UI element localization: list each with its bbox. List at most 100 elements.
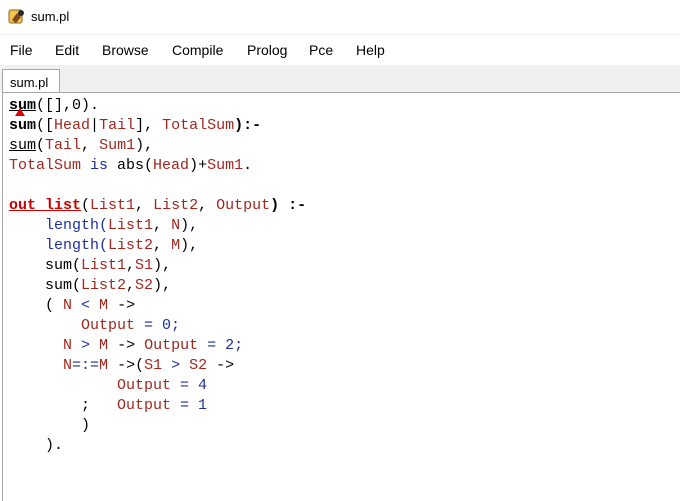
- code-line-11: ( N < M ->: [9, 296, 135, 316]
- token: Tail: [45, 137, 82, 154]
- menu-compile[interactable]: Compile: [172, 42, 223, 58]
- code-line-8: length(List2, M),: [9, 236, 198, 256]
- token: .: [243, 157, 253, 174]
- token: ): [9, 417, 91, 434]
- token: Tail: [99, 117, 136, 134]
- tab-sum-pl[interactable]: sum.pl: [2, 69, 60, 93]
- token: ->(: [108, 357, 145, 374]
- token: is: [81, 157, 118, 174]
- token: ([: [36, 117, 55, 134]
- code-line-14: N=:=M ->(S1 > S2 ->: [9, 356, 234, 376]
- token: = 0;: [135, 317, 181, 334]
- token: = 4: [171, 377, 208, 394]
- token: ->: [108, 297, 136, 314]
- token: S2: [189, 357, 208, 374]
- menu-edit[interactable]: Edit: [55, 42, 79, 58]
- token: Output: [81, 317, 136, 334]
- token: Output: [216, 197, 271, 214]
- token: List2: [108, 237, 154, 254]
- token: M: [171, 237, 181, 254]
- token: TotalSum: [9, 157, 82, 174]
- code-line-17: ): [9, 416, 90, 436]
- token: abs(: [117, 157, 154, 174]
- token: ->: [108, 337, 145, 354]
- menu-pce[interactable]: Pce: [309, 42, 333, 58]
- code-line-13: N > M -> Output = 2;: [9, 336, 243, 356]
- token: ),: [153, 257, 172, 274]
- token: )+: [189, 157, 208, 174]
- code-line-15: Output = 4: [9, 376, 207, 396]
- token: ,: [153, 237, 172, 254]
- code-line-10: sum(List2,S2),: [9, 276, 171, 296]
- token: N: [63, 297, 73, 314]
- code-editor[interactable]: sum([],0). sum([Head|Tail], TotalSum):- …: [2, 92, 680, 501]
- menu-bar: File Edit Browse Compile Prolog Pce Help: [0, 35, 680, 65]
- token: S1: [135, 257, 154, 274]
- token: ).: [9, 437, 64, 454]
- token: ),: [180, 237, 199, 254]
- code-line-2: sum([Head|Tail], TotalSum):-: [9, 116, 261, 136]
- token: sum(: [9, 257, 82, 274]
- token: List1: [81, 257, 127, 274]
- token: TotalSum: [162, 117, 235, 134]
- window-title: sum.pl: [31, 9, 70, 24]
- token: ;: [9, 397, 118, 414]
- menu-file[interactable]: File: [10, 42, 33, 58]
- code-line-12: Output = 0;: [9, 316, 180, 336]
- token: S1: [144, 357, 163, 374]
- tab-strip: sum.pl: [0, 65, 680, 93]
- token: ,: [198, 197, 217, 214]
- token: ) :-: [270, 197, 307, 214]
- token: >: [162, 357, 190, 374]
- token: Sum1: [207, 157, 244, 174]
- token: sum(: [9, 277, 82, 294]
- token: |: [90, 117, 100, 134]
- tab-label: sum.pl: [10, 75, 49, 90]
- code-line-9: sum(List1,S1),: [9, 256, 171, 276]
- code-line-6: out_list(List1, List2, Output) :-: [9, 196, 306, 216]
- token: length(: [9, 217, 109, 234]
- token: Sum1: [99, 137, 136, 154]
- token: (: [36, 137, 46, 154]
- token: ,: [135, 197, 154, 214]
- menu-prolog[interactable]: Prolog: [247, 42, 287, 58]
- token: ([],0).: [36, 97, 100, 114]
- token: ),: [135, 137, 154, 154]
- token: M: [99, 357, 109, 374]
- title-bar: sum.pl: [0, 0, 680, 35]
- menu-browse[interactable]: Browse: [102, 42, 149, 58]
- token: ),: [180, 217, 199, 234]
- token: =:=: [72, 357, 100, 374]
- token: ,: [81, 137, 100, 154]
- token: = 1: [171, 397, 208, 414]
- token: (: [9, 297, 64, 314]
- swi-prolog-icon: [8, 9, 24, 24]
- code-line-4: TotalSum is abs(Head)+Sum1.: [9, 156, 252, 176]
- token: M: [99, 337, 109, 354]
- menu-help[interactable]: Help: [356, 42, 385, 58]
- token: ,: [126, 257, 136, 274]
- token: >: [72, 337, 100, 354]
- code-line-3: sum(Tail, Sum1),: [9, 136, 153, 156]
- token: N: [63, 337, 73, 354]
- token: M: [99, 297, 109, 314]
- token: (: [81, 197, 91, 214]
- token: Head: [153, 157, 190, 174]
- token: ,: [126, 277, 136, 294]
- code-line-18: ).: [9, 436, 63, 456]
- token: List1: [90, 197, 136, 214]
- token: length(: [9, 237, 109, 254]
- token: List1: [108, 217, 154, 234]
- code-line-7: length(List1, N),: [9, 216, 198, 236]
- token: S2: [135, 277, 154, 294]
- token: N: [63, 357, 73, 374]
- code-line-16: ; Output = 1: [9, 396, 207, 416]
- token: = 2;: [198, 337, 244, 354]
- warning-marker-icon: [15, 108, 25, 116]
- token: Output: [144, 337, 199, 354]
- token: ,: [153, 217, 172, 234]
- token: List2: [153, 197, 199, 214]
